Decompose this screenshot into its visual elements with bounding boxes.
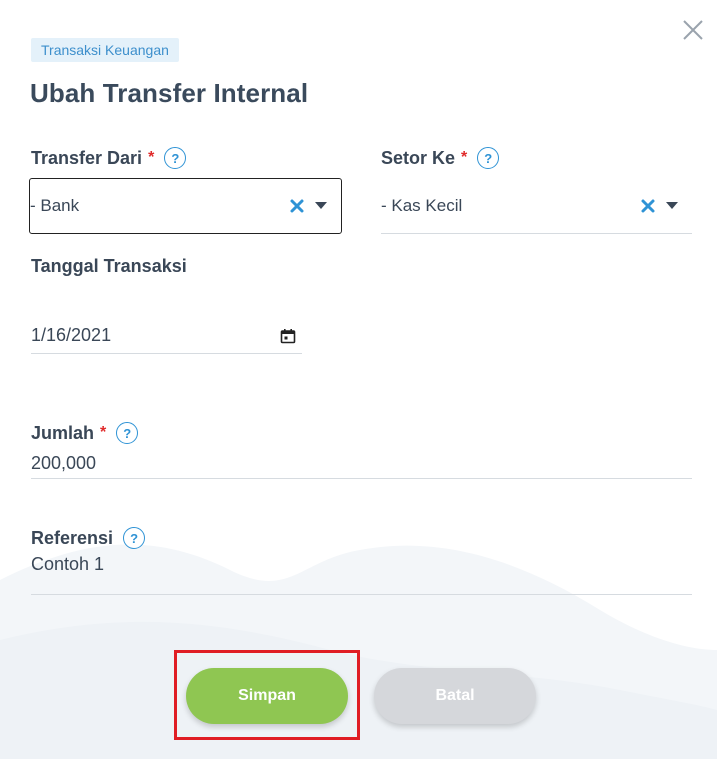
deposit-to-select[interactable]: - Kas Kecil <box>381 178 692 234</box>
required-mark: * <box>100 424 107 441</box>
amount-input[interactable]: 200,000 <box>31 448 692 479</box>
required-mark: * <box>461 149 468 166</box>
clear-icon[interactable] <box>289 198 305 214</box>
amount-value: 200,000 <box>31 452 97 473</box>
transfer-from-label-text: Transfer Dari <box>31 147 143 168</box>
reference-label: Referensi ? <box>31 527 146 549</box>
transaction-date-input[interactable]: 1/16/2021 <box>31 318 302 354</box>
deposit-to-label: Setor Ke * ? <box>381 147 500 169</box>
transfer-from-label: Transfer Dari * ? <box>31 147 187 169</box>
help-icon[interactable]: ? <box>116 422 139 444</box>
deposit-to-label-text: Setor Ke <box>381 147 456 168</box>
transaction-date-label-text: Tanggal Transaksi <box>31 256 187 276</box>
help-icon[interactable]: ? <box>477 147 500 169</box>
transfer-dialog: Transaksi Keuangan Ubah Transfer Interna… <box>0 0 717 759</box>
category-badge: Transaksi Keuangan <box>31 38 179 62</box>
transfer-from-value: - Bank <box>30 196 80 215</box>
required-mark: * <box>148 149 155 166</box>
reference-value: Contoh 1 <box>31 554 105 574</box>
amount-label: Jumlah * ? <box>31 422 139 444</box>
clear-icon[interactable] <box>640 198 656 214</box>
help-icon[interactable]: ? <box>123 527 146 549</box>
page-title: Ubah Transfer Internal <box>30 78 309 108</box>
transaction-date-value: 1/16/2021 <box>31 325 112 345</box>
cancel-button[interactable]: Batal <box>374 668 536 724</box>
calendar-icon[interactable] <box>280 328 296 344</box>
transaction-date-label: Tanggal Transaksi <box>31 256 187 277</box>
caret-down-icon[interactable] <box>666 201 678 210</box>
amount-label-text: Jumlah <box>31 422 95 443</box>
caret-down-icon[interactable] <box>315 202 327 210</box>
reference-label-text: Referensi <box>31 527 114 548</box>
deposit-to-value: - Kas Kecil <box>381 195 463 215</box>
help-icon[interactable]: ? <box>164 147 187 169</box>
save-button[interactable]: Simpan <box>186 668 348 724</box>
reference-input[interactable]: Contoh 1 <box>31 552 692 595</box>
close-icon[interactable] <box>681 18 705 42</box>
transfer-from-select[interactable]: - Bank <box>29 178 342 234</box>
